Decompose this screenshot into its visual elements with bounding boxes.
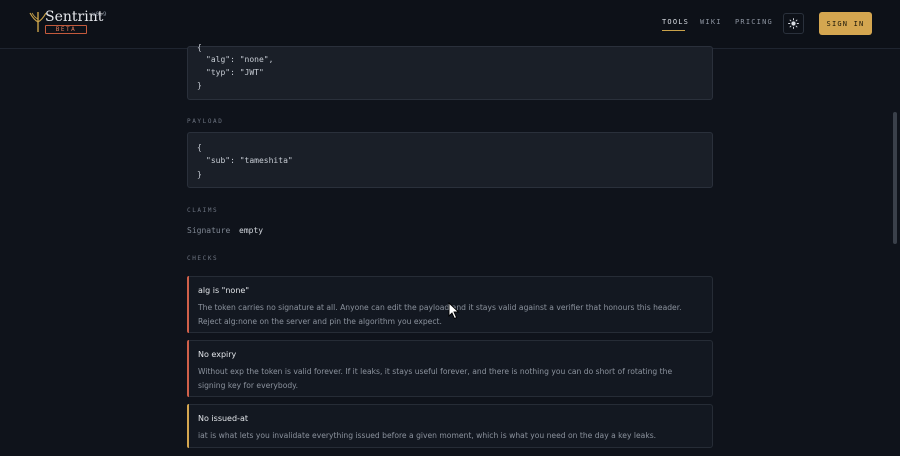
check-description: Without exp the token is valid forever. … bbox=[198, 367, 673, 390]
page-scrollbar[interactable] bbox=[893, 112, 897, 244]
check-description: iat is what lets you invalidate everythi… bbox=[198, 431, 657, 440]
code-line: } bbox=[197, 170, 202, 179]
code-line: "alg": "none", bbox=[206, 55, 274, 64]
severity-bar bbox=[187, 340, 189, 397]
check-title: No expiry bbox=[198, 350, 237, 359]
check-title: No issued-at bbox=[198, 414, 248, 423]
payload-codebox: { "sub": "tameshita" } bbox=[187, 132, 713, 188]
nav-active-indicator bbox=[662, 30, 685, 31]
top-bar: Sentrint v0.9 BETA TOOLS WIKI PRICING SI… bbox=[0, 0, 900, 49]
checks-label: CHECKS bbox=[187, 255, 219, 262]
check-title: alg is "none" bbox=[198, 286, 249, 295]
nav-wiki[interactable]: WIKI bbox=[700, 18, 722, 26]
code-line: "sub": "tameshita" bbox=[206, 156, 293, 165]
nav-pricing[interactable]: PRICING bbox=[735, 18, 773, 26]
claims-label: CLAIMS bbox=[187, 207, 219, 214]
severity-bar bbox=[187, 276, 189, 333]
version-label: v0.9 bbox=[92, 11, 107, 18]
code-line: "typ": "JWT" bbox=[206, 68, 264, 77]
code-line: } bbox=[197, 81, 202, 90]
code-line: { bbox=[197, 43, 202, 52]
payload-label: PAYLOAD bbox=[187, 118, 224, 125]
cursor-icon bbox=[448, 302, 460, 320]
sign-in-button[interactable]: SIGN IN bbox=[819, 12, 872, 35]
check-card[interactable]: No expiry Without exp the token is valid… bbox=[187, 340, 713, 397]
check-card[interactable]: No issued-at iat is what lets you invali… bbox=[187, 404, 713, 448]
severity-bar bbox=[187, 404, 189, 448]
claim-value-signature: empty bbox=[239, 226, 264, 235]
code-line: { bbox=[197, 143, 202, 152]
beta-badge: BETA bbox=[45, 25, 87, 34]
nav-tools[interactable]: TOOLS bbox=[662, 18, 689, 26]
sun-icon bbox=[788, 18, 799, 29]
claim-key-signature: Signature bbox=[187, 226, 231, 235]
theme-toggle-button[interactable] bbox=[783, 13, 804, 34]
jwt-header-codebox: { "alg": "none", "typ": "JWT" } bbox=[187, 43, 713, 100]
